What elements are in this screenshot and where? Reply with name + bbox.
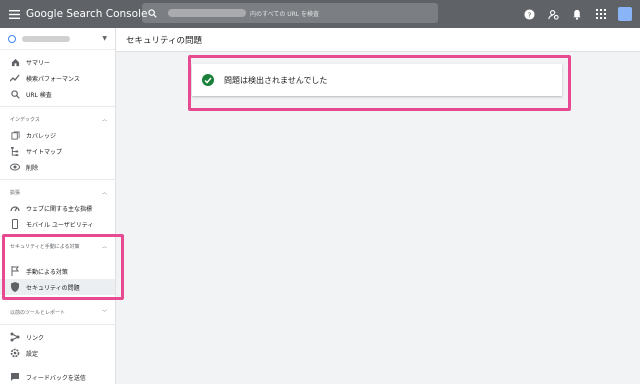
home-icon [10, 57, 20, 67]
links-icon [10, 332, 20, 342]
section-header-enhancements[interactable]: 拡張 ︿ [0, 184, 115, 200]
sidebar-item-settings[interactable]: 設定 [0, 345, 115, 361]
account-settings-icon[interactable] [546, 7, 560, 21]
divider [0, 106, 115, 107]
property-selector[interactable]: ▼ [0, 28, 115, 50]
section-title: 拡張 [10, 189, 21, 196]
sidebar-item-sitemaps[interactable]: サイトマップ [0, 143, 115, 159]
section-title: 以前のツールとレポート [10, 309, 66, 316]
help-icon[interactable]: ? [522, 7, 536, 21]
sidebar-item-security-issues[interactable]: セキュリティの問題 [0, 279, 115, 295]
sidebar: ▼ サマリー 検索パフォーマンス URL 検査 インデックス ︿ カバレッジ サ… [0, 28, 116, 384]
notifications-icon[interactable] [570, 7, 584, 21]
svg-text:?: ? [527, 10, 531, 19]
property-globe-icon [8, 34, 16, 43]
redacted-property-label [22, 35, 70, 42]
sidebar-item-label: ウェブに関する主な指標 [26, 205, 93, 213]
app-bar: Google Search Console 内のすべての URL を検査 ? [0, 0, 640, 28]
menu-icon[interactable] [0, 0, 28, 28]
sidebar-item-core-web-vitals[interactable]: ウェブに関する主な指標 [0, 200, 115, 216]
check-circle-icon [202, 74, 214, 86]
redacted-property-name [168, 9, 246, 17]
sidebar-item-mobile-usability[interactable]: モバイル ユーザビリティ [0, 216, 115, 232]
search-icon [142, 8, 162, 18]
feedback-icon [10, 372, 20, 382]
section-header-index[interactable]: インデックス ︿ [0, 111, 115, 127]
chevron-up-icon: ︿ [101, 244, 107, 250]
page-title: セキュリティの問題 [126, 35, 202, 46]
sidebar-item-performance[interactable]: 検索パフォーマンス [0, 70, 115, 86]
sidebar-item-label: URL 検査 [26, 91, 52, 99]
section-header-legacy-tools[interactable]: 以前のツールとレポート ﹀ [0, 304, 115, 320]
speed-icon [10, 203, 20, 213]
sidebar-item-coverage[interactable]: カバレッジ [0, 127, 115, 143]
sidebar-item-label: 設定 [26, 350, 39, 358]
sidebar-item-label: サイトマップ [26, 148, 63, 156]
sidebar-item-manual-actions[interactable]: 手動による対策 [0, 263, 115, 279]
shield-icon [10, 282, 20, 292]
avatar[interactable] [618, 7, 632, 21]
divider [0, 299, 115, 300]
sidebar-item-summary[interactable]: サマリー [0, 54, 115, 70]
chevron-down-icon: ﹀ [101, 309, 107, 316]
sitemap-icon [10, 146, 20, 156]
status-card: 問題は検出されませんでした [192, 64, 562, 96]
chevron-up-icon: ︿ [101, 189, 107, 196]
sidebar-item-label: サマリー [26, 59, 51, 67]
divider [0, 236, 115, 237]
search-icon [10, 89, 20, 99]
apps-grid-icon[interactable] [594, 7, 608, 21]
smartphone-icon [10, 219, 20, 229]
page-header: セキュリティの問題 [116, 28, 640, 52]
file-copy-icon [10, 130, 20, 140]
sidebar-item-url-inspection[interactable]: URL 検査 [0, 86, 115, 102]
section-header-security[interactable]: セキュリティと手動による対策 ︿ [0, 241, 115, 263]
status-message: 問題は検出されませんでした [224, 75, 328, 85]
chevron-up-icon: ︿ [101, 116, 107, 123]
flag-icon [10, 266, 20, 276]
sidebar-item-label: 検索パフォーマンス [26, 75, 80, 83]
settings-icon [10, 348, 20, 358]
divider [0, 179, 115, 180]
sidebar-item-label: 手動による対策 [26, 268, 68, 276]
trending-up-icon [10, 73, 20, 83]
sidebar-item-label: カバレッジ [26, 132, 57, 140]
section-title: インデックス [10, 116, 40, 123]
sidebar-item-label: セキュリティの問題 [26, 284, 80, 292]
divider [0, 324, 115, 325]
search-placeholder: 内のすべての URL を検査 [250, 10, 320, 18]
sidebar-item-label: フィードバックを送信 [26, 374, 86, 382]
sidebar-item-feedback[interactable]: フィードバックを送信 [0, 369, 115, 384]
sidebar-item-label: モバイル ユーザビリティ [26, 221, 94, 229]
remove-eye-icon [10, 162, 20, 172]
sidebar-item-links[interactable]: リンク [0, 329, 115, 345]
product-name[interactable]: Google Search Console [26, 8, 147, 20]
sidebar-item-removals[interactable]: 削除 [0, 159, 115, 175]
url-inspect-search[interactable]: 内のすべての URL を検査 [142, 3, 438, 23]
sidebar-item-label: 削除 [26, 164, 39, 172]
sidebar-item-label: リンク [26, 334, 45, 342]
main-content: セキュリティの問題 問題は検出されませんでした [116, 28, 640, 384]
section-title: セキュリティと手動による対策 [10, 244, 80, 250]
caret-down-icon: ▼ [102, 35, 107, 42]
